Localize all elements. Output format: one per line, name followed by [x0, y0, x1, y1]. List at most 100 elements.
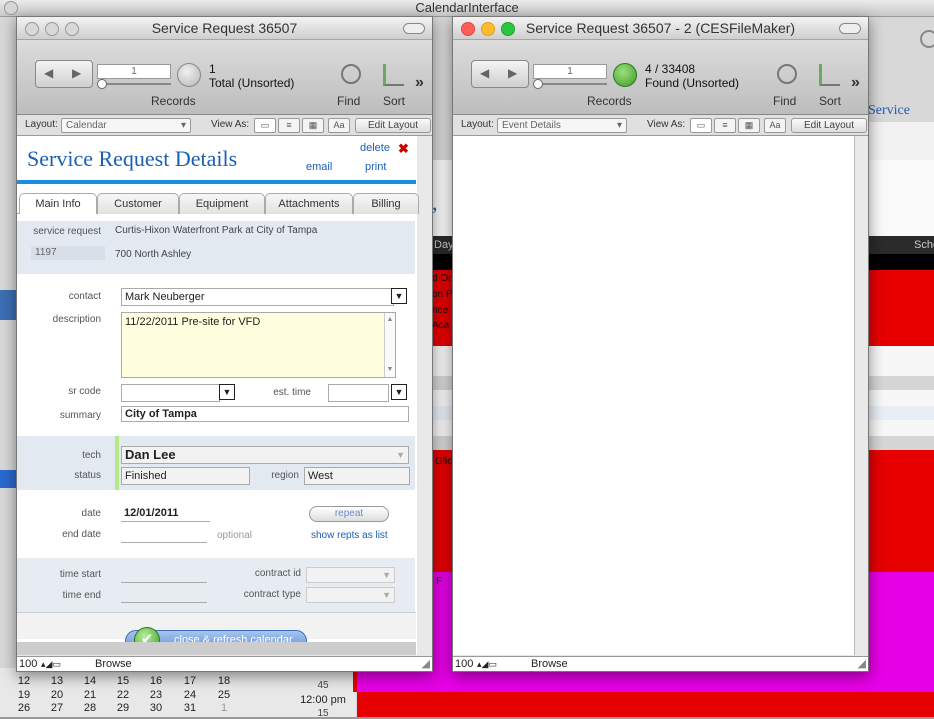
- zoom-level[interactable]: 100: [19, 657, 37, 671]
- sort-button[interactable]: Sort: [383, 94, 405, 108]
- tab-equipment[interactable]: Equipment: [179, 193, 265, 214]
- contract-type-field[interactable]: ▼: [306, 587, 395, 603]
- date-field[interactable]: 12/01/2011: [121, 505, 210, 522]
- list-view-button[interactable]: ≡: [714, 118, 736, 133]
- mini-calendar-day[interactable]: 12: [12, 675, 36, 687]
- find-icon[interactable]: [341, 64, 361, 84]
- list-view-button[interactable]: ≡: [278, 118, 300, 133]
- event-snippet[interactable]: Aca: [432, 320, 449, 331]
- contract-id-field[interactable]: ▼: [306, 567, 395, 583]
- toolbar-toggle-button[interactable]: [839, 23, 861, 34]
- toolbar-overflow-icon[interactable]: »: [415, 74, 424, 92]
- service-tab[interactable]: Service: [868, 100, 934, 122]
- resize-grip-icon[interactable]: ◢: [858, 657, 866, 671]
- mini-calendar-day[interactable]: 16: [144, 675, 168, 687]
- edit-layout-button[interactable]: Edit Layout: [355, 118, 431, 133]
- contact-dropdown-icon[interactable]: ▼: [391, 288, 407, 304]
- delete-icon[interactable]: ✖: [398, 141, 409, 157]
- event-snippet[interactable]: nce: [432, 305, 448, 316]
- form-view-button[interactable]: ▭: [690, 118, 712, 133]
- layout-select[interactable]: Event Details ▾: [497, 118, 627, 133]
- edit-layout-button[interactable]: Edit Layout: [791, 118, 867, 133]
- mini-calendar-day[interactable]: 29: [111, 702, 135, 714]
- repeat-button[interactable]: repeat: [309, 506, 389, 522]
- record-slider-knob[interactable]: [97, 79, 107, 89]
- toolbar-overflow-icon[interactable]: »: [851, 74, 860, 92]
- layout-select[interactable]: Calendar ▾: [61, 118, 191, 133]
- previous-record-icon[interactable]: ◀: [44, 66, 53, 80]
- find-button[interactable]: Find: [773, 94, 796, 108]
- minimize-button[interactable]: [481, 22, 495, 36]
- table-view-button[interactable]: ▦: [302, 118, 324, 133]
- mini-calendar-day[interactable]: 25: [212, 689, 236, 701]
- next-record-icon[interactable]: ▶: [508, 66, 517, 80]
- mini-calendar-day[interactable]: 18: [212, 675, 236, 687]
- mini-calendar-day[interactable]: 20: [45, 689, 69, 701]
- mini-calendar-day[interactable]: 14: [78, 675, 102, 687]
- find-icon[interactable]: [777, 64, 797, 84]
- event-snippet[interactable]: on P: [432, 289, 453, 300]
- table-view-button[interactable]: ▦: [738, 118, 760, 133]
- contact-field[interactable]: Mark Neuberger: [121, 288, 394, 306]
- delete-link[interactable]: delete: [360, 142, 390, 154]
- zoom-controls-icon[interactable]: ▴◢▭: [477, 657, 497, 671]
- mini-calendar-day[interactable]: 1: [212, 702, 236, 714]
- mini-calendar-day[interactable]: 21: [78, 689, 102, 701]
- status-field[interactable]: Finished: [121, 467, 250, 485]
- text-format-button[interactable]: Aa: [764, 118, 786, 133]
- search-icon[interactable]: [920, 30, 934, 48]
- record-slider[interactable]: [97, 79, 171, 89]
- mini-calendar-day[interactable]: 19: [12, 689, 36, 701]
- email-link[interactable]: email: [306, 161, 332, 173]
- close-button[interactable]: [4, 1, 18, 15]
- calendar-event-red-bottom[interactable]: [357, 692, 934, 717]
- summary-field[interactable]: City of Tampa: [121, 406, 409, 422]
- end-date-field[interactable]: [121, 528, 207, 543]
- form-view-button[interactable]: ▭: [254, 118, 276, 133]
- zoom-button[interactable]: [501, 22, 515, 36]
- tech-field[interactable]: Dan Lee ▼: [121, 446, 409, 464]
- sr-code-field[interactable]: [121, 384, 220, 402]
- mini-calendar-day[interactable]: 28: [78, 702, 102, 714]
- mini-calendar-day[interactable]: 31: [178, 702, 202, 714]
- est-time-dropdown-icon[interactable]: ▼: [391, 384, 407, 400]
- mini-calendar-day[interactable]: 24: [178, 689, 202, 701]
- zoom-button[interactable]: [65, 22, 79, 36]
- print-link[interactable]: print: [365, 161, 386, 173]
- record-slider-knob[interactable]: [533, 79, 543, 89]
- region-field[interactable]: West: [304, 467, 410, 485]
- previous-record-icon[interactable]: ◀: [480, 66, 489, 80]
- mini-calendar-day[interactable]: 23: [144, 689, 168, 701]
- mini-calendar-day[interactable]: 15: [111, 675, 135, 687]
- text-format-button[interactable]: Aa: [328, 118, 350, 133]
- minimize-button[interactable]: [45, 22, 59, 36]
- tab-customer[interactable]: Customer: [97, 193, 179, 214]
- current-record-input[interactable]: 1: [97, 64, 171, 79]
- next-record-icon[interactable]: ▶: [72, 66, 81, 80]
- close-button[interactable]: [25, 22, 39, 36]
- record-slider[interactable]: [533, 79, 607, 89]
- mini-calendar-day[interactable]: 26: [12, 702, 36, 714]
- zoom-controls-icon[interactable]: ▴◢▭: [41, 657, 61, 671]
- show-repts-link[interactable]: show repts as list: [311, 530, 388, 541]
- toolbar-toggle-button[interactable]: [403, 23, 425, 34]
- sr-code-dropdown-icon[interactable]: ▼: [219, 384, 235, 400]
- mini-calendar-day[interactable]: 17: [178, 675, 202, 687]
- find-button[interactable]: Find: [337, 94, 360, 108]
- mini-calendar-day[interactable]: 30: [144, 702, 168, 714]
- mini-calendar-day[interactable]: 27: [45, 702, 69, 714]
- sort-button[interactable]: Sort: [819, 94, 841, 108]
- zoom-level[interactable]: 100: [455, 657, 473, 671]
- mini-calendar-day[interactable]: 13: [45, 675, 69, 687]
- event-snippet[interactable]: d Or: [432, 273, 451, 284]
- resize-grip-icon[interactable]: ◢: [422, 657, 430, 671]
- time-end-field[interactable]: [121, 587, 207, 603]
- description-scrollbar[interactable]: ▲ ▼: [384, 313, 395, 377]
- sort-icon[interactable]: [383, 64, 404, 86]
- tab-billing[interactable]: Billing: [353, 193, 419, 214]
- close-button[interactable]: [461, 22, 475, 36]
- time-start-field[interactable]: [121, 567, 207, 583]
- current-record-input[interactable]: 1: [533, 64, 607, 79]
- description-field[interactable]: 11/22/2011 Pre-site for VFD ▲ ▼: [121, 312, 396, 378]
- mini-calendar-day[interactable]: 22: [111, 689, 135, 701]
